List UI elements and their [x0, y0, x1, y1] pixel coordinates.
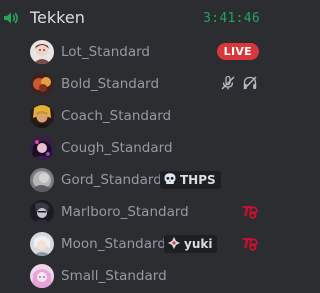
voice-user-marlboro[interactable]: Marlboro_Standard [0, 196, 268, 228]
speaker-icon [2, 9, 20, 27]
headphones-deafened-icon [242, 75, 258, 95]
live-badge[interactable]: LIVE [216, 43, 259, 60]
tekken8-icon [242, 235, 258, 251]
avatar[interactable] [30, 136, 54, 160]
username: Marlboro_Standard [61, 204, 189, 220]
activity-label: THPS [180, 173, 216, 187]
avatar[interactable] [30, 40, 54, 64]
activity-label: yuki [184, 237, 213, 251]
avatar[interactable] [30, 104, 54, 128]
username: Cough_Standard [61, 140, 173, 156]
username: Bold_Standard [61, 76, 160, 92]
username: Coach_Standard [61, 108, 172, 124]
skull-icon [163, 171, 177, 190]
avatar[interactable] [30, 264, 54, 288]
voice-user-list: Lot_Standard LIVE Bold_Standard Coach_St… [0, 36, 268, 292]
username: Small_Standard [61, 268, 167, 284]
voice-user-cough[interactable]: Cough_Standard [0, 132, 268, 164]
voice-user-small[interactable]: Small_Standard [0, 260, 268, 292]
avatar[interactable] [30, 232, 54, 256]
voice-user-lot[interactable]: Lot_Standard LIVE [0, 36, 268, 68]
avatar[interactable] [30, 200, 54, 224]
username: Gord_Standard [61, 172, 162, 188]
mic-muted-icon [220, 75, 236, 95]
tekken8-icon [242, 203, 258, 219]
activity-badge[interactable]: yuki [164, 235, 218, 254]
voice-channel-header[interactable]: Tekken 3:41:46 [0, 2, 268, 32]
voice-user-gord[interactable]: Gord_Standard THPS [0, 164, 268, 196]
voice-user-coach[interactable]: Coach_Standard [0, 100, 268, 132]
activity-badge[interactable]: THPS [160, 171, 221, 189]
channel-name: Tekken [30, 8, 85, 27]
voice-user-bold[interactable]: Bold_Standard [0, 68, 268, 100]
username: Lot_Standard [61, 44, 151, 60]
voice-timer: 3:41:46 [203, 11, 260, 26]
voice-user-moon[interactable]: Moon_Standard yuki [0, 228, 268, 260]
avatar[interactable] [30, 72, 54, 96]
voice-status-icons [220, 75, 258, 95]
avatar[interactable] [30, 168, 54, 192]
diamond-icon [167, 235, 181, 254]
username: Moon_Standard [61, 236, 166, 252]
